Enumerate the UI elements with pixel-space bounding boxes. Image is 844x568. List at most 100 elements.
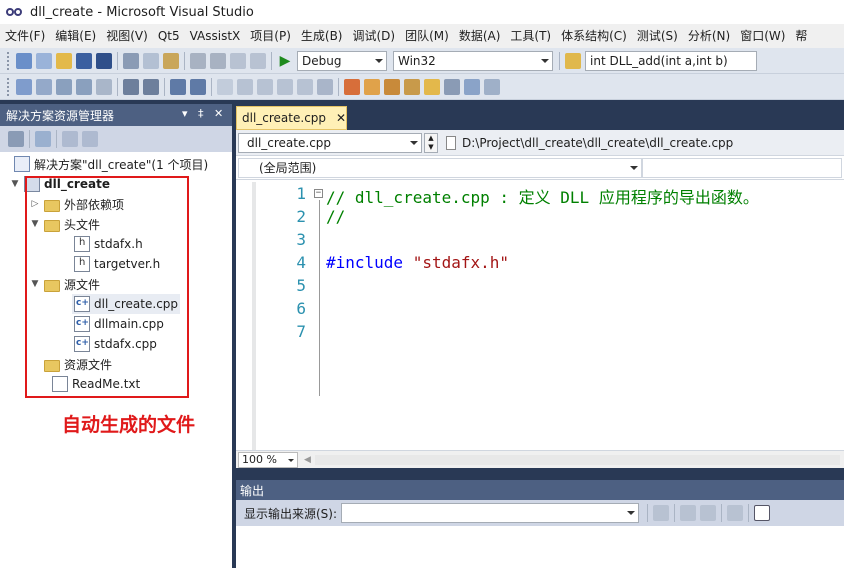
- menu-tools[interactable]: 工具(T): [505, 24, 556, 48]
- menu-view[interactable]: 视图(V): [101, 24, 153, 48]
- menu-qt5[interactable]: Qt5: [153, 24, 185, 48]
- scroll-left-icon[interactable]: ◀: [304, 455, 311, 465]
- window-title: dll_create - Microsoft Visual Studio: [30, 4, 254, 20]
- find-in-files-icon[interactable]: [565, 52, 581, 69]
- find-message-icon[interactable]: [653, 505, 670, 521]
- open-file-in-solution-icon[interactable]: [364, 78, 380, 95]
- line-number: 5: [296, 276, 306, 295]
- open-file-icon[interactable]: [56, 52, 72, 69]
- refactor-icon[interactable]: [444, 78, 460, 95]
- chevron-down-icon: [541, 58, 549, 63]
- complete-word-icon[interactable]: [96, 78, 112, 95]
- previous-message-icon[interactable]: [680, 505, 697, 521]
- menu-data[interactable]: 数据(A): [454, 24, 506, 48]
- show-all-files-icon[interactable]: [35, 131, 51, 147]
- undo-icon[interactable]: [190, 52, 206, 69]
- save-icon[interactable]: [76, 52, 92, 69]
- menu-architecture[interactable]: 体系结构(C): [556, 24, 632, 48]
- toolbar-separator: [117, 77, 118, 96]
- paste-icon[interactable]: [163, 52, 179, 69]
- code-line: #include "stdafx.h": [326, 253, 509, 272]
- menu-debug[interactable]: 调试(D): [348, 24, 401, 48]
- save-all-icon[interactable]: [96, 52, 112, 69]
- parameter-info-icon[interactable]: [76, 78, 92, 95]
- file-combo[interactable]: dll_create.cpp: [238, 132, 422, 153]
- scope-combo[interactable]: (全局范围): [238, 157, 642, 178]
- solution-configuration-combo[interactable]: Debug: [297, 50, 387, 71]
- bookmark-toggle-icon[interactable]: [217, 78, 233, 95]
- bookmark-folder-previous-icon[interactable]: [277, 78, 293, 95]
- properties-icon[interactable]: [16, 78, 32, 95]
- menu-help[interactable]: 帮: [790, 24, 812, 48]
- close-icon[interactable]: ✕: [214, 107, 223, 120]
- configuration-value: Debug: [302, 53, 342, 68]
- options-icon[interactable]: [484, 78, 500, 95]
- find-references-icon[interactable]: [404, 78, 420, 95]
- panel-title: 解决方案资源管理器: [6, 108, 115, 123]
- menu-project[interactable]: 项目(P): [245, 24, 296, 48]
- menu-window[interactable]: 窗口(W): [735, 24, 790, 48]
- menu-edit[interactable]: 编辑(E): [50, 24, 101, 48]
- next-message-icon[interactable]: [700, 505, 717, 521]
- tree-solution-node[interactable]: 解决方案"dll_create"(1 个项目): [14, 154, 208, 174]
- panel-options-icon[interactable]: ▾: [182, 107, 188, 120]
- code-area[interactable]: − 1 // dll_create.cpp : 定义 DLL 应用程序的导出函数…: [236, 182, 844, 450]
- copy-icon[interactable]: [143, 52, 159, 69]
- zoom-combo[interactable]: 100 %: [238, 451, 298, 468]
- pin-icon[interactable]: ‡: [198, 107, 204, 120]
- increase-indent-icon[interactable]: [143, 78, 159, 95]
- start-debugging-icon[interactable]: ▶: [277, 53, 293, 69]
- decrease-indent-icon[interactable]: [123, 78, 139, 95]
- editor-tab-dll-create-cpp[interactable]: dll_create.cpp ✕: [236, 106, 347, 130]
- uncomment-lines-icon[interactable]: [190, 78, 206, 95]
- bookmark-folder-next-icon[interactable]: [297, 78, 313, 95]
- close-tab-icon[interactable]: ✕: [336, 111, 346, 125]
- annotation-highlight-box: [25, 176, 189, 398]
- word-wrap-icon[interactable]: [754, 505, 771, 521]
- navigate-backward-icon[interactable]: [230, 52, 246, 69]
- output-source-combo[interactable]: [341, 503, 640, 523]
- function-search-combo[interactable]: int DLL_add(int a,int b): [585, 50, 757, 71]
- expanded-arrow-icon[interactable]: ▼: [10, 179, 20, 189]
- visual-assist-icon[interactable]: [344, 78, 360, 95]
- add-item-icon[interactable]: [36, 52, 52, 69]
- comment-lines-icon[interactable]: [170, 78, 186, 95]
- redo-icon[interactable]: [210, 52, 226, 69]
- view-code-icon[interactable]: [62, 131, 78, 147]
- toolbar-grip[interactable]: [7, 77, 11, 96]
- member-combo[interactable]: [642, 157, 842, 178]
- object-browser-icon[interactable]: [36, 78, 52, 95]
- chevron-down-icon: [630, 165, 638, 170]
- horizontal-scrollbar[interactable]: [314, 454, 840, 465]
- output-text-area[interactable]: [236, 526, 844, 568]
- spell-check-icon[interactable]: [464, 78, 480, 95]
- collapse-outline-icon[interactable]: −: [314, 189, 323, 198]
- navigate-forward-icon[interactable]: [250, 52, 266, 69]
- output-source-label: 显示输出来源(S):: [244, 506, 338, 521]
- menu-vassistx[interactable]: VAssistX: [185, 24, 246, 48]
- menu-analyze[interactable]: 分析(N): [683, 24, 735, 48]
- menu-test[interactable]: 测试(S): [632, 24, 683, 48]
- menu-build[interactable]: 生成(B): [296, 24, 348, 48]
- editor-status-strip: 100 % ◀: [236, 450, 844, 468]
- line-number: 3: [296, 230, 306, 249]
- solution-platform-combo[interactable]: Win32: [393, 50, 553, 71]
- bookmark-clear-icon[interactable]: [317, 78, 333, 95]
- toolbar-grip[interactable]: [7, 51, 11, 70]
- rename-icon[interactable]: [424, 78, 440, 95]
- class-diagram-icon[interactable]: [82, 131, 98, 147]
- line-number: 2: [296, 207, 306, 226]
- bookmark-next-icon[interactable]: [257, 78, 273, 95]
- menu-file[interactable]: 文件(F): [0, 24, 50, 48]
- split-scroll-icon[interactable]: ▲ ▼: [424, 132, 438, 153]
- cut-icon[interactable]: [123, 52, 139, 69]
- clear-all-icon[interactable]: [727, 505, 744, 521]
- find-symbol-icon[interactable]: [384, 78, 400, 95]
- string-token: "stdafx.h": [412, 253, 510, 272]
- annotation-label: 自动生成的文件: [62, 414, 196, 436]
- bookmark-previous-icon[interactable]: [237, 78, 253, 95]
- menu-team[interactable]: 团队(M): [400, 24, 454, 48]
- properties-icon[interactable]: [8, 131, 24, 147]
- quick-info-icon[interactable]: [56, 78, 72, 95]
- new-project-icon[interactable]: [16, 52, 32, 69]
